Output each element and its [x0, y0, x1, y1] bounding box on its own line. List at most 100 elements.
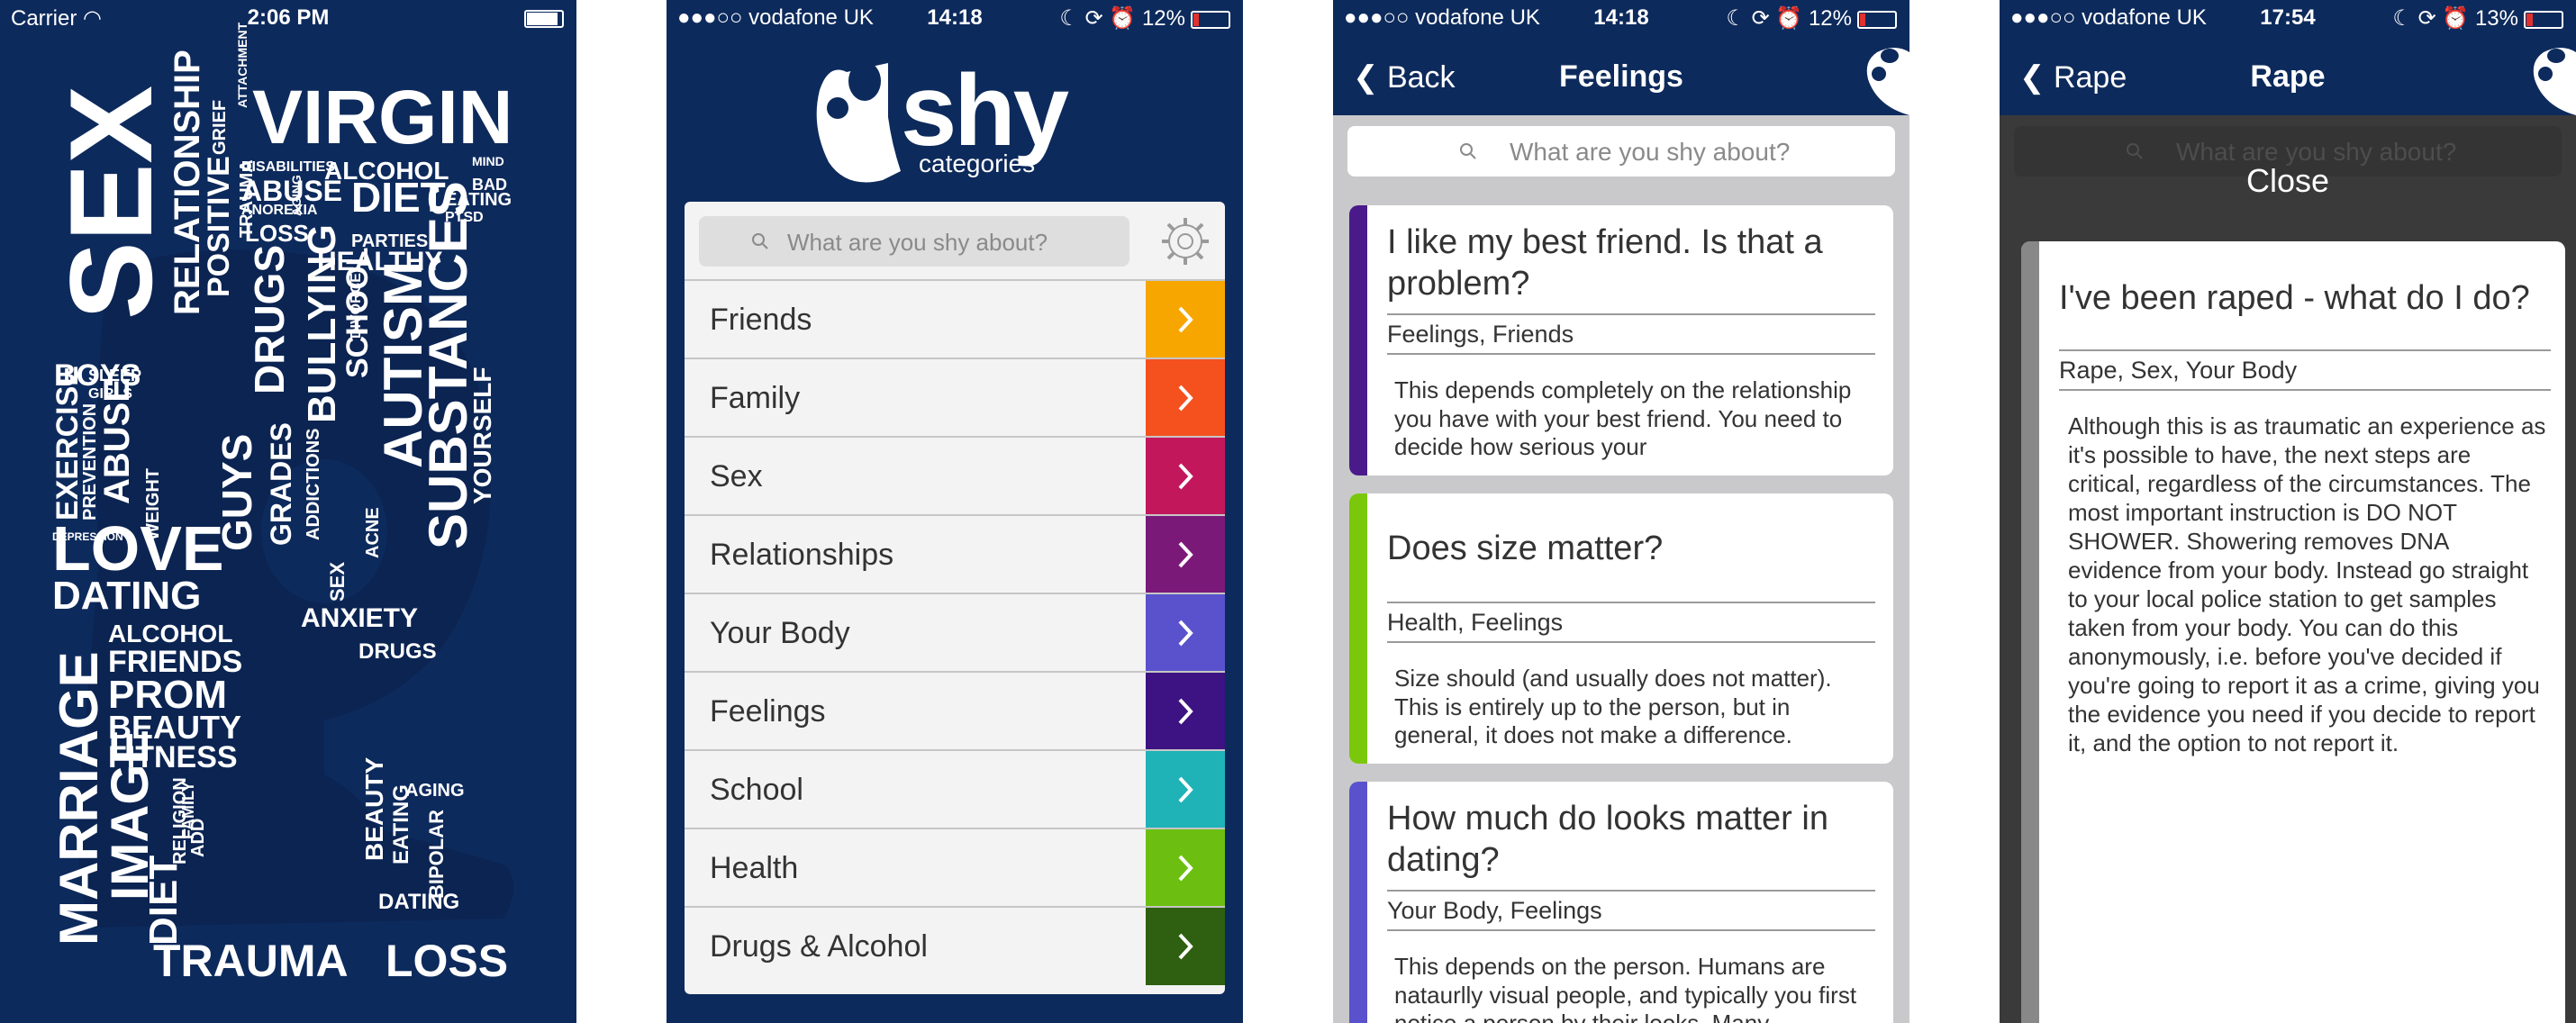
word-cloud-word: SEX: [326, 561, 349, 602]
chevron-right-icon[interactable]: [1146, 673, 1225, 750]
category-item-friends[interactable]: Friends: [685, 279, 1225, 358]
question-card[interactable]: I like my best friend. Is that a problem…: [1349, 205, 1893, 475]
battery-icon: [1191, 10, 1230, 29]
search-placeholder: What are you shy about?: [787, 229, 1048, 256]
word-cloud-word: EATING: [389, 784, 413, 865]
divider: [1387, 929, 1875, 931]
word-cloud-word: PREVENTION: [80, 403, 100, 521]
chevron-right-icon[interactable]: [1146, 438, 1225, 515]
search-icon: [1460, 143, 1476, 159]
category-label: Drugs & Alcohol: [710, 929, 928, 964]
battery-percent: 12%: [1141, 6, 1185, 31]
lock-rotation-icon: ⟳: [1084, 6, 1103, 31]
category-item-school[interactable]: School: [685, 749, 1225, 828]
word-cloud-word: AGING: [289, 175, 304, 216]
panda-icon: [2533, 48, 2576, 115]
word-cloud-word: TRAUMA: [153, 936, 349, 986]
category-item-feelings[interactable]: Feelings: [685, 671, 1225, 750]
word-cloud-word: EXERCISE: [50, 366, 85, 521]
question-tags: Health, Feelings: [1387, 609, 1564, 636]
word-cloud-word: MIND: [472, 154, 504, 168]
word-cloud-word: DIET: [141, 855, 186, 946]
panda-icon: [1866, 48, 1909, 115]
category-item-health[interactable]: Health: [685, 828, 1225, 907]
word-cloud-word: DATING: [52, 574, 202, 618]
word-cloud-word: LOSS: [385, 936, 509, 986]
word-cloud-word: BEAUTY: [360, 756, 388, 861]
question-tags: Your Body, Feelings: [1387, 897, 1602, 924]
category-item-your-body[interactable]: Your Body: [685, 593, 1225, 672]
moon-icon: ☾: [1726, 6, 1746, 31]
gear-icon[interactable]: [1158, 214, 1212, 268]
chevron-right-icon[interactable]: [1146, 594, 1225, 672]
categories-screen: ●●●○○ vodafone UK 14:18 ☾ ⟳ ⏰ 12% shy ca…: [667, 0, 1243, 1023]
lock-rotation-icon: ⟳: [2417, 6, 2436, 31]
word-cloud-word: DIVORCE: [349, 273, 364, 339]
search-icon: [752, 233, 768, 249]
word-cloud-word: ADDICTIONS: [304, 428, 323, 540]
chevron-right-icon[interactable]: [1146, 829, 1225, 907]
answer-detail-card: I've been raped - what do I do? Rape, Se…: [2021, 241, 2565, 1023]
category-label: Feelings: [710, 694, 826, 729]
chevron-right-icon[interactable]: [1146, 516, 1225, 593]
category-color-bar: [1349, 493, 1367, 764]
word-cloud-word: AGING: [405, 781, 465, 801]
chevron-right-icon[interactable]: [1146, 751, 1225, 828]
word-cloud-word: DEPRESSION: [52, 530, 123, 543]
category-label: School: [710, 773, 803, 807]
answer-preview: This depends completely on the relations…: [1394, 376, 1852, 461]
word-cloud-word: SEX: [45, 85, 177, 320]
moon-icon: ☾: [1059, 6, 1079, 31]
battery-icon: [2524, 10, 2563, 29]
word-cloud-word: LOVE: [52, 513, 224, 584]
category-label: Sex: [710, 459, 763, 493]
word-cloud-word: DRUGS: [358, 639, 437, 664]
moon-icon: ☾: [2392, 6, 2412, 31]
category-label: Your Body: [710, 616, 850, 650]
word-cloud-word: WEIGHT: [143, 468, 163, 540]
status-bar: Carrier ◠ 2:06 PM: [0, 0, 576, 36]
word-cloud-word: GRADES: [265, 422, 297, 546]
category-item-relationships[interactable]: Relationships: [685, 514, 1225, 593]
question-card[interactable]: How much do looks matter in dating? Your…: [1349, 782, 1893, 1023]
battery-icon: [1857, 10, 1897, 29]
category-item-family[interactable]: Family: [685, 358, 1225, 437]
close-button[interactable]: Close: [2000, 162, 2576, 200]
word-cloud-word: VIRGIN: [252, 75, 513, 159]
word-cloud-word: BIPOLAR: [425, 810, 448, 899]
category-label: Friends: [710, 303, 812, 337]
category-label: Relationships: [710, 538, 894, 572]
splash-screen: Carrier ◠ 2:06 PM SEX VIRGIN RELATIONSHIP P…: [0, 0, 576, 1023]
category-panel: What are you shy about? Friends Family Sex…: [685, 202, 1225, 994]
divider: [1387, 353, 1875, 355]
word-cloud-word: DRUGS: [246, 244, 293, 394]
word-cloud-word: SUBSTANCES: [418, 181, 478, 549]
alarm-icon: ⏰: [1775, 6, 1803, 31]
category-item-drugs-alcohol[interactable]: Drugs & Alcohol: [685, 906, 1225, 985]
divider: [1387, 602, 1875, 603]
word-cloud-word: YOURSELF: [468, 367, 496, 504]
word-cloud-word: ATTACHMENT: [235, 22, 249, 108]
answer-preview: This depends on the person. Humans are n…: [1394, 953, 1857, 1023]
nav-bar: ●●●○○ vodafone UK 14:18 ☾ ⟳ ⏰ 12% ❮ Back…: [1333, 0, 1909, 115]
status-bar: ●●●○○ vodafone UK 17:54 ☾ ⟳ ⏰ 13%: [2000, 0, 2576, 36]
page-title: Feelings: [1559, 59, 1683, 94]
alarm-icon: ⏰: [2442, 6, 2470, 31]
chevron-right-icon[interactable]: [1146, 281, 1225, 358]
status-bar: ●●●○○ vodafone UK 14:18 ☾ ⟳ ⏰ 12%: [667, 0, 1243, 36]
search-input[interactable]: What are you shy about?: [699, 216, 1129, 267]
chevron-right-icon[interactable]: [1146, 908, 1225, 985]
word-cloud-word: POSITIVE: [202, 156, 236, 297]
search-placeholder: What are you shy about?: [1510, 138, 1791, 166]
category-item-sex[interactable]: Sex: [685, 436, 1225, 515]
word-cloud-word: ALCOHOL: [108, 620, 233, 647]
search-input[interactable]: What are you shy about?: [1347, 126, 1895, 177]
word-cloud-word: GRIEF: [210, 99, 230, 155]
question-card[interactable]: Does size matter? Health, Feelings Size …: [1349, 493, 1893, 764]
divider: [1387, 641, 1875, 643]
nav-bar: ●●●○○ vodafone UK 17:54 ☾ ⟳ ⏰ 13% ❮ Rape…: [2000, 0, 2576, 115]
brand-subtitle: categories: [919, 149, 1036, 177]
question-title: I've been raped - what do I do?: [2059, 279, 2530, 317]
chevron-right-icon[interactable]: [1146, 359, 1225, 437]
clock-label: 2:06 PM: [247, 5, 330, 30]
